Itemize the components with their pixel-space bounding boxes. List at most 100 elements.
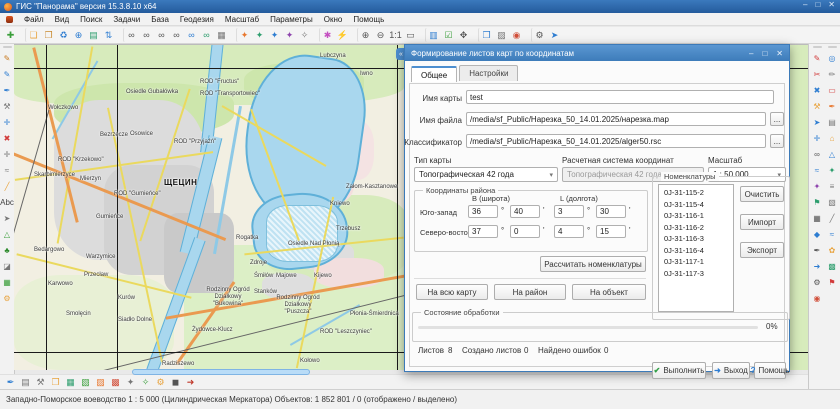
flag2-tool-icon[interactable]: ⚑ [826, 277, 839, 290]
pointer-icon[interactable]: ➤ [811, 117, 824, 130]
select-clear-icon[interactable]: ✧ [297, 28, 312, 42]
stamp-icon[interactable]: ⚒ [1, 101, 14, 114]
wave-tool-icon[interactable]: ≈ [826, 229, 839, 242]
browse-classifier-button[interactable]: ... [770, 134, 784, 148]
sign-edit-icon[interactable]: ✒ [3, 375, 18, 389]
help-button[interactable]: ? Помощь [754, 362, 786, 379]
zoom-in-icon[interactable]: ⊕ [357, 28, 373, 42]
object-list-icon[interactable]: ▦ [214, 28, 229, 42]
layers-icon[interactable]: ▤ [86, 28, 101, 42]
whole-map-button[interactable]: На всю карту [416, 284, 488, 300]
hatch-tool-icon[interactable]: ▧ [826, 197, 839, 210]
dialog-minimize-icon[interactable]: – [749, 49, 753, 58]
list-item[interactable]: 0J-31-115-2 [659, 187, 733, 199]
find-area-icon[interactable]: ∞ [154, 28, 169, 42]
fast-view-icon[interactable]: ⚡ [335, 28, 350, 42]
exit-door-icon[interactable]: ➜ [183, 375, 198, 389]
select-invert-icon[interactable]: ✦ [282, 28, 297, 42]
add-node-icon[interactable]: ✛ [811, 133, 824, 146]
disk-view-icon[interactable]: ◎ [826, 53, 839, 66]
district-button[interactable]: На район [494, 284, 566, 300]
slope-tool-icon[interactable]: △ [826, 149, 839, 162]
ne-lat-deg-input[interactable] [468, 225, 498, 238]
text-abc-icon[interactable]: Abc [1, 197, 14, 210]
find-point-icon[interactable]: ∞ [184, 28, 199, 42]
zoom-1-1-icon[interactable]: 1:1 [388, 28, 403, 42]
eraser-icon[interactable]: ◪ [1, 261, 14, 274]
block-b-icon[interactable]: ◼ [168, 375, 183, 389]
gear-b-icon[interactable]: ⚙ [153, 375, 168, 389]
find-icon[interactable]: ∞ [123, 28, 139, 42]
cut-icon[interactable]: ✂ [811, 69, 824, 82]
menu-view[interactable]: Вид [55, 15, 69, 24]
view-check-icon[interactable]: ☑ [441, 28, 456, 42]
crosshair-icon[interactable]: ✛ [1, 149, 14, 162]
sw-lat-deg-input[interactable] [468, 205, 498, 218]
star-b-icon[interactable]: ✧ [138, 375, 153, 389]
flag-tool-icon[interactable]: ⚑ [811, 197, 824, 210]
grid-c-icon[interactable]: ▩ [108, 375, 123, 389]
grid-a-icon[interactable]: ▧ [78, 375, 93, 389]
open-map-icon[interactable]: ❏ [25, 28, 41, 42]
arrow-icon[interactable]: ➤ [1, 213, 14, 226]
copy-frame-icon[interactable]: ❒ [48, 375, 63, 389]
open-internet-map-icon[interactable]: ♻ [56, 28, 71, 42]
create-sheet-icon[interactable]: ✚ [3, 28, 18, 42]
ne-lon-deg-input[interactable] [554, 225, 584, 238]
color-settings-icon[interactable]: ◉ [509, 28, 524, 42]
spark-tool-icon[interactable]: ✦ [826, 165, 839, 178]
find-object-icon[interactable]: ∞ [139, 28, 154, 42]
toolbar-grip[interactable] [3, 46, 12, 48]
measure-cursor-icon[interactable]: ➤ [547, 28, 562, 42]
flower-tool-icon[interactable]: ✿ [826, 245, 839, 258]
list-item[interactable]: 0J-31-116-2 [659, 222, 733, 234]
map-horizontal-scrollbar[interactable] [132, 369, 310, 375]
open-data-icon[interactable]: ❐ [41, 28, 56, 42]
print-icon[interactable]: ⚙ [531, 28, 547, 42]
paste-from-clipboard-icon[interactable]: ▨ [494, 28, 509, 42]
menu-search[interactable]: Поиск [80, 15, 102, 24]
pencil-icon[interactable]: ✎ [1, 53, 14, 66]
menu-parameters[interactable]: Параметры [270, 15, 313, 24]
menu-help[interactable]: Помощь [353, 15, 384, 24]
copy-to-clipboard-icon[interactable]: ❒ [478, 28, 494, 42]
frame-red-icon[interactable]: ▭ [826, 85, 839, 98]
target-tool-icon[interactable]: ◉ [811, 293, 824, 306]
layer-order-icon[interactable]: ⇅ [101, 28, 116, 42]
list-item[interactable]: 0J-31-117-1 [659, 256, 733, 268]
edit-node-icon[interactable]: ✎ [811, 53, 824, 66]
grid-green-icon[interactable]: ▦ [63, 375, 78, 389]
import-button[interactable]: Импорт [740, 214, 784, 230]
tab-settings[interactable]: Настройки [459, 65, 518, 81]
pen-orange-icon[interactable]: ✒ [826, 101, 839, 114]
sw-lon-deg-input[interactable] [554, 205, 584, 218]
exit-button[interactable]: ➜ Выход [712, 362, 750, 379]
ne-lat-min-input[interactable] [510, 225, 540, 238]
maximize-icon[interactable]: □ [815, 0, 820, 9]
fit-extent-icon[interactable]: ▭ [403, 28, 418, 42]
block-tool-icon[interactable]: ▩ [826, 261, 839, 274]
slash-tool-icon[interactable]: ╱ [826, 213, 839, 226]
list-item[interactable]: 0J-31-116-1 [659, 210, 733, 222]
browse-file-button[interactable]: ... [770, 112, 784, 126]
pan-mode-icon[interactable]: ✥ [456, 28, 471, 42]
sign-tool-icon[interactable]: ✒ [811, 245, 824, 258]
list-item[interactable]: 0J-31-117-3 [659, 268, 733, 280]
zoom-out-icon[interactable]: ⊖ [373, 28, 388, 42]
menu-tasks[interactable]: Задачи [113, 15, 140, 24]
star-tool-icon[interactable]: ✦ [811, 181, 824, 194]
delete-part-icon[interactable]: ✖ [811, 85, 824, 98]
menu-file[interactable]: Файл [24, 15, 44, 24]
close-icon[interactable]: ✕ [828, 0, 835, 9]
lines-tool-icon[interactable]: ≡ [826, 181, 839, 194]
pen-icon[interactable]: ✒ [1, 85, 14, 98]
vegetation-icon[interactable]: ♣ [1, 245, 14, 258]
classifier-input[interactable] [466, 134, 766, 148]
view-image-icon[interactable]: ▥ [425, 28, 441, 42]
delete-object-icon[interactable]: ✖ [1, 133, 14, 146]
select-frame-icon[interactable]: ✦ [267, 28, 282, 42]
dialog-maximize-icon[interactable]: □ [762, 49, 767, 58]
pencil-blue-icon[interactable]: ✎ [1, 69, 14, 82]
export-button[interactable]: Экспорт [740, 242, 784, 258]
run-button[interactable]: ✔ Выполнить [652, 362, 706, 379]
